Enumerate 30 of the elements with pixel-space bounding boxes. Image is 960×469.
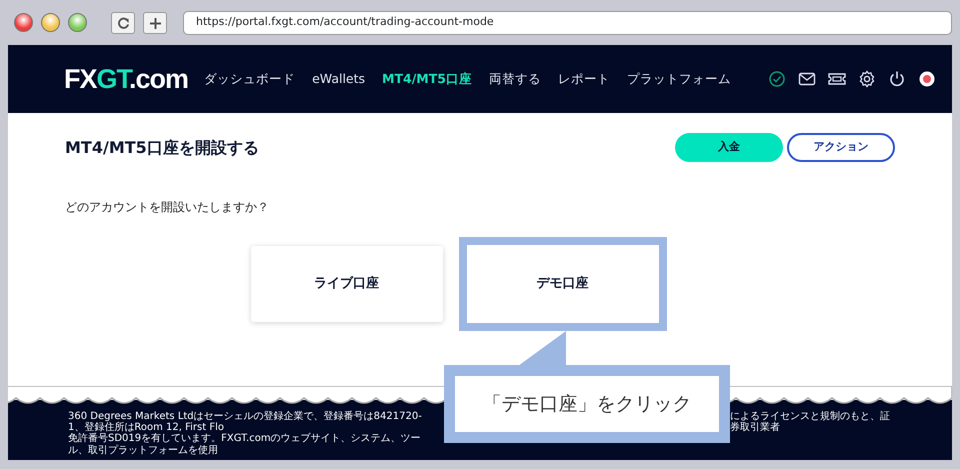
callout-text: 「デモ口座」をクリック — [482, 392, 692, 417]
footer-text: によるライセンスと規制のもと、証券取引業者 — [730, 411, 890, 434]
nav-link[interactable]: レポート — [558, 70, 610, 88]
deposit-button[interactable]: 入金 — [675, 133, 783, 162]
footer-text: 免許番号SD019を有しています。FXGT.comのウェブサイト、システム、ツール、取引プラットフォームを使用 — [68, 433, 422, 456]
mail-icon[interactable] — [798, 70, 816, 88]
window-control[interactable] — [14, 13, 33, 32]
window-control[interactable] — [68, 13, 87, 32]
nav-link[interactable]: MT4/MT5口座 — [382, 70, 472, 88]
power-icon[interactable] — [888, 70, 906, 88]
footer-text: 360 Degrees Markets Ltdはセーシェルの登録企業で、登録番号は8421720-1、登録住所はRoom 12, First Flo — [68, 411, 423, 434]
check-circle-icon[interactable] — [768, 70, 786, 88]
settings-icon[interactable] — [858, 70, 876, 88]
action-button[interactable]: アクション — [787, 133, 895, 162]
logo[interactable]: FXGT.com — [64, 58, 188, 100]
record-icon[interactable] — [918, 70, 936, 88]
nav-link[interactable]: eWallets — [312, 70, 366, 88]
question-text: どのアカウントを開設いたしますか？ — [65, 199, 270, 216]
page-title: MT4/MT5口座を開設する — [65, 136, 259, 158]
nav-link[interactable]: 両替する — [488, 70, 541, 88]
reload-button[interactable] — [111, 12, 135, 34]
plus-icon — [150, 18, 160, 29]
account-option-card[interactable]: ライブ口座 — [250, 246, 442, 322]
nav-link[interactable]: ダッシュボード — [204, 70, 296, 88]
window-control[interactable] — [41, 13, 60, 32]
nav-link[interactable]: プラットフォーム — [626, 70, 731, 88]
account-option-card[interactable]: デモ口座 — [458, 237, 666, 331]
address-bar[interactable]: https://portal.fxgt.com/account/trading-account-mode — [183, 10, 952, 34]
new-tab-button[interactable] — [143, 12, 167, 34]
reload-icon — [116, 16, 130, 30]
